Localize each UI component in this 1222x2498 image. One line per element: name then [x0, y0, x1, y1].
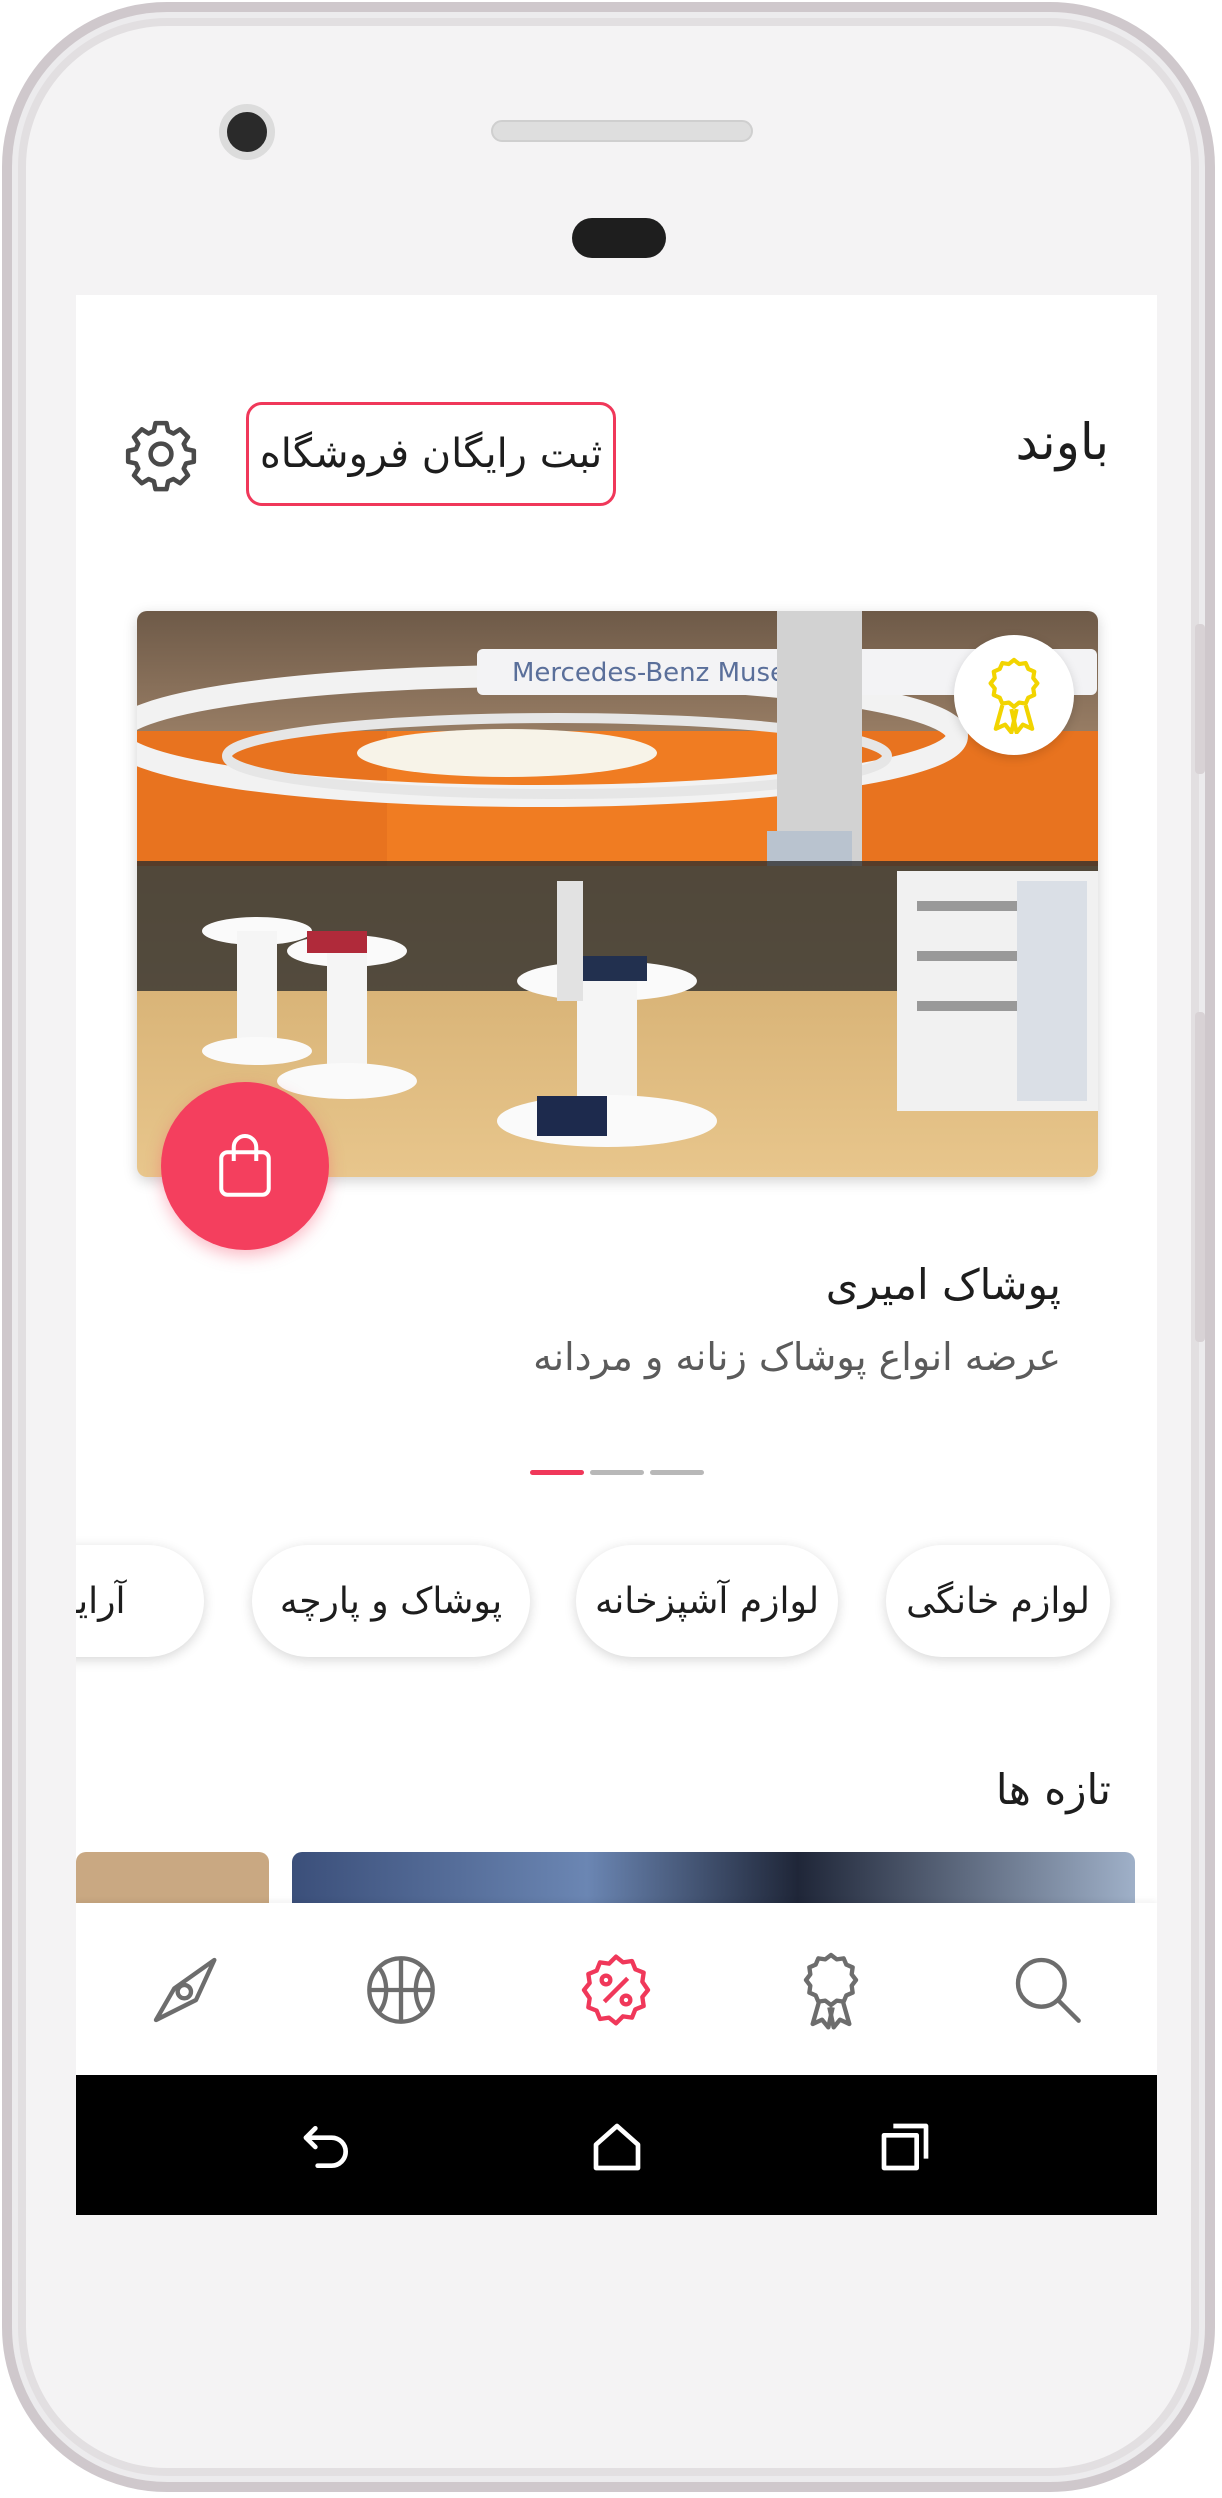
award-ribbon-icon[interactable]	[791, 1950, 871, 2030]
carousel-dot[interactable]	[650, 1470, 704, 1475]
register-store-button[interactable]: ثبت رایگان فروشگاه	[246, 402, 616, 506]
basketball-icon[interactable]	[361, 1950, 441, 2030]
front-camera	[219, 104, 275, 160]
featured-store-name[interactable]: پوشاک امیری	[826, 1260, 1061, 1309]
new-section-title: تازه ها	[995, 1765, 1111, 1814]
category-chip-cosmetics[interactable]: آرایشی	[76, 1545, 204, 1657]
bottom-navigation	[76, 1903, 1157, 2077]
carousel-indicator	[530, 1470, 704, 1475]
category-chip-clothing[interactable]: پوشاک و پارچه	[252, 1545, 530, 1657]
volume-button	[1195, 1012, 1205, 1342]
android-navigation-bar	[76, 2075, 1157, 2215]
gear-icon[interactable]	[122, 415, 200, 493]
app-screen: باوند ثبت رایگان فروشگاه Mercedes-Benz M…	[76, 295, 1157, 2215]
home-icon[interactable]	[589, 2119, 645, 2175]
shopping-bag-icon	[219, 1134, 271, 1197]
category-chip-home-appliances[interactable]: لوازم خانگی	[886, 1545, 1110, 1657]
award-ribbon-icon	[988, 657, 1040, 734]
proximity-sensor	[572, 218, 666, 258]
phone-frame: باوند ثبت رایگان فروشگاه Mercedes-Benz M…	[2, 2, 1215, 2492]
recent-apps-icon[interactable]	[877, 2119, 933, 2175]
app-title: باوند	[1015, 413, 1109, 471]
power-button	[1195, 624, 1205, 774]
featured-badge	[954, 635, 1074, 755]
category-chip-kitchen[interactable]: لوازم آشپزخانه	[576, 1545, 838, 1657]
featured-store-description: عرضه انواع پوشاک زنانه و مردانه	[533, 1335, 1061, 1379]
carousel-dot[interactable]	[530, 1470, 584, 1475]
discount-icon[interactable]	[576, 1950, 656, 2030]
compass-icon[interactable]	[146, 1950, 226, 2030]
earpiece-speaker	[491, 120, 753, 142]
shop-bag-button[interactable]	[161, 1082, 329, 1250]
search-icon[interactable]	[1008, 1950, 1088, 2030]
back-icon[interactable]	[299, 2119, 355, 2175]
carousel-dot[interactable]	[590, 1470, 644, 1475]
